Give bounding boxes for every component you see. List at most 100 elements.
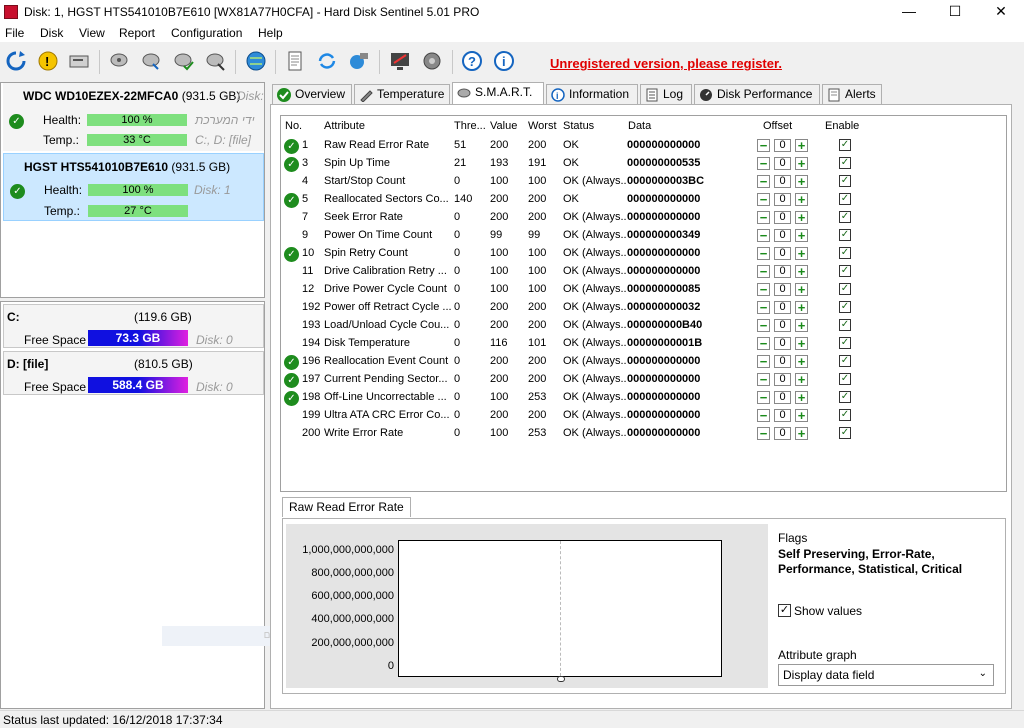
offset-decrement-button[interactable]: − xyxy=(757,373,770,386)
offset-decrement-button[interactable]: − xyxy=(757,391,770,404)
graph-tab[interactable]: Raw Read Error Rate xyxy=(282,497,411,517)
table-row[interactable]: ✓ 197 Current Pending Sector... 0 200 200 OK (… xyxy=(281,370,1006,388)
offset-decrement-button[interactable]: − xyxy=(757,211,770,224)
col-header-worst[interactable]: Worst xyxy=(528,120,557,132)
enable-checkbox[interactable]: ✓ xyxy=(839,193,851,205)
table-row[interactable]: 11 Drive Calibration Retry ... 0 100 100 OK (… xyxy=(281,262,1006,280)
offset-decrement-button[interactable]: − xyxy=(757,157,770,170)
enable-checkbox[interactable]: ✓ xyxy=(839,211,851,223)
menu-view[interactable]: View xyxy=(79,26,105,40)
offset-increment-button[interactable]: + xyxy=(795,175,808,188)
help-icon[interactable]: ? xyxy=(459,48,485,74)
disk-tools-icon[interactable] xyxy=(202,48,228,74)
table-row[interactable]: 9 Power On Time Count 0 99 99 OK (Always... 00… xyxy=(281,226,1006,244)
network-icon[interactable] xyxy=(346,48,372,74)
menu-file[interactable]: File xyxy=(5,26,24,40)
table-row[interactable]: ✓ 5 Reallocated Sectors Co... 140 200 200 OK 00… xyxy=(281,190,1006,208)
col-header-status[interactable]: Status xyxy=(563,120,594,132)
offset-increment-button[interactable]: + xyxy=(795,355,808,368)
table-row[interactable]: 194 Disk Temperature 0 116 101 OK (Always... 0… xyxy=(281,334,1006,352)
table-row[interactable]: ✓ 3 Spin Up Time 21 193 191 OK 000000000535−0 + ✓ xyxy=(281,154,1006,172)
menu-configuration[interactable]: Configuration xyxy=(171,26,242,40)
col-header-threshold[interactable]: Thre... xyxy=(454,120,486,132)
enable-checkbox[interactable]: ✓ xyxy=(839,283,851,295)
offset-decrement-button[interactable]: − xyxy=(757,247,770,260)
enable-checkbox[interactable]: ✓ xyxy=(839,373,851,385)
offset-decrement-button[interactable]: − xyxy=(757,337,770,350)
offset-decrement-button[interactable]: − xyxy=(757,355,770,368)
tab-temperature[interactable]: Temperature xyxy=(354,84,450,104)
disk-refresh-icon[interactable] xyxy=(138,48,164,74)
disk-test-icon[interactable] xyxy=(106,48,132,74)
disk-card-0[interactable]: WDC WD10EZEX-22MFCA0 (931.5 GB) Disk: ✓ … xyxy=(3,83,264,151)
offset-increment-button[interactable]: + xyxy=(795,337,808,350)
enable-checkbox[interactable]: ✓ xyxy=(839,409,851,421)
enable-checkbox[interactable]: ✓ xyxy=(839,175,851,187)
offset-value[interactable]: 0 xyxy=(774,391,791,404)
enable-checkbox[interactable]: ✓ xyxy=(839,139,851,151)
offset-value[interactable]: 0 xyxy=(774,157,791,170)
tab-overview[interactable]: Overview xyxy=(272,84,352,104)
offset-increment-button[interactable]: + xyxy=(795,229,808,242)
table-row[interactable]: 4 Start/Stop Count 0 100 100 OK (Always... 000… xyxy=(281,172,1006,190)
col-header-enable[interactable]: Enable xyxy=(825,120,859,132)
checkbox-icon[interactable]: ✓ xyxy=(778,604,791,617)
monitor-icon[interactable] xyxy=(387,48,413,74)
enable-checkbox[interactable]: ✓ xyxy=(839,301,851,313)
disk-ok-icon[interactable] xyxy=(170,48,196,74)
offset-value[interactable]: 0 xyxy=(774,247,791,260)
menu-report[interactable]: Report xyxy=(119,26,155,40)
table-row[interactable]: 199 Ultra ATA CRC Error Co... 0 200 200 OK (A… xyxy=(281,406,1006,424)
report-icon[interactable] xyxy=(282,48,308,74)
table-row[interactable]: 193 Load/Unload Cycle Cou... 0 200 200 OK (Al… xyxy=(281,316,1006,334)
offset-increment-button[interactable]: + xyxy=(795,319,808,332)
close-button[interactable]: ✕ xyxy=(978,0,1024,24)
warning-icon[interactable]: ! xyxy=(35,48,61,74)
col-header-no[interactable]: No. xyxy=(285,120,302,132)
offset-increment-button[interactable]: + xyxy=(795,193,808,206)
offset-decrement-button[interactable]: − xyxy=(757,193,770,206)
offset-decrement-button[interactable]: − xyxy=(757,139,770,152)
enable-checkbox[interactable]: ✓ xyxy=(839,247,851,259)
offset-decrement-button[interactable]: − xyxy=(757,301,770,314)
offset-increment-button[interactable]: + xyxy=(795,283,808,296)
table-row[interactable]: ✓ 196 Reallocation Event Count 0 200 200 OK (A… xyxy=(281,352,1006,370)
col-header-offset[interactable]: Offset xyxy=(763,120,792,132)
offset-value[interactable]: 0 xyxy=(774,175,791,188)
offset-decrement-button[interactable]: − xyxy=(757,319,770,332)
table-row[interactable]: ✓ 10 Spin Retry Count 0 100 100 OK (Always... 0… xyxy=(281,244,1006,262)
offset-increment-button[interactable]: + xyxy=(795,211,808,224)
enable-checkbox[interactable]: ✓ xyxy=(839,355,851,367)
offset-decrement-button[interactable]: − xyxy=(757,427,770,440)
offset-value[interactable]: 0 xyxy=(774,211,791,224)
offset-decrement-button[interactable]: − xyxy=(757,175,770,188)
offset-value[interactable]: 0 xyxy=(774,265,791,278)
table-row[interactable]: 192 Power off Retract Cycle ... 0 200 200 OK … xyxy=(281,298,1006,316)
enable-checkbox[interactable]: ✓ xyxy=(839,157,851,169)
col-header-attribute[interactable]: Attribute xyxy=(324,120,365,132)
minimize-button[interactable]: — xyxy=(886,0,932,24)
enable-checkbox[interactable]: ✓ xyxy=(839,229,851,241)
menu-help[interactable]: Help xyxy=(258,26,283,40)
table-row[interactable]: 12 Drive Power Cycle Count 0 100 100 OK (Alwa… xyxy=(281,280,1006,298)
web-icon[interactable] xyxy=(243,48,269,74)
offset-increment-button[interactable]: + xyxy=(795,391,808,404)
enable-checkbox[interactable]: ✓ xyxy=(839,265,851,277)
table-row[interactable]: 7 Seek Error Rate 0 200 200 OK (Always... 0000… xyxy=(281,208,1006,226)
enable-checkbox[interactable]: ✓ xyxy=(839,391,851,403)
table-row[interactable]: ✓ 198 Off-Line Uncorrectable ... 0 100 253 OK … xyxy=(281,388,1006,406)
table-row[interactable]: ✓ 1 Raw Read Error Rate 51 200 200 OK 000000000… xyxy=(281,136,1006,154)
offset-value[interactable]: 0 xyxy=(774,139,791,152)
offset-value[interactable]: 0 xyxy=(774,301,791,314)
offset-increment-button[interactable]: + xyxy=(795,373,808,386)
disk-card-1[interactable]: HGST HTS541010B7E610 (931.5 GB) ✓ Health… xyxy=(3,153,264,221)
offset-value[interactable]: 0 xyxy=(774,373,791,386)
volume-d[interactable]: D: [file] (810.5 GB) Free Space 588.4 GB… xyxy=(3,351,264,395)
offset-increment-button[interactable]: + xyxy=(795,427,808,440)
offset-decrement-button[interactable]: − xyxy=(757,283,770,296)
offset-value[interactable]: 0 xyxy=(774,283,791,296)
offset-increment-button[interactable]: + xyxy=(795,157,808,170)
tab-disk-performance[interactable]: Disk Performance xyxy=(694,84,820,104)
register-link[interactable]: Unregistered version, please register. xyxy=(550,56,782,71)
tab-log[interactable]: Log xyxy=(640,84,692,104)
